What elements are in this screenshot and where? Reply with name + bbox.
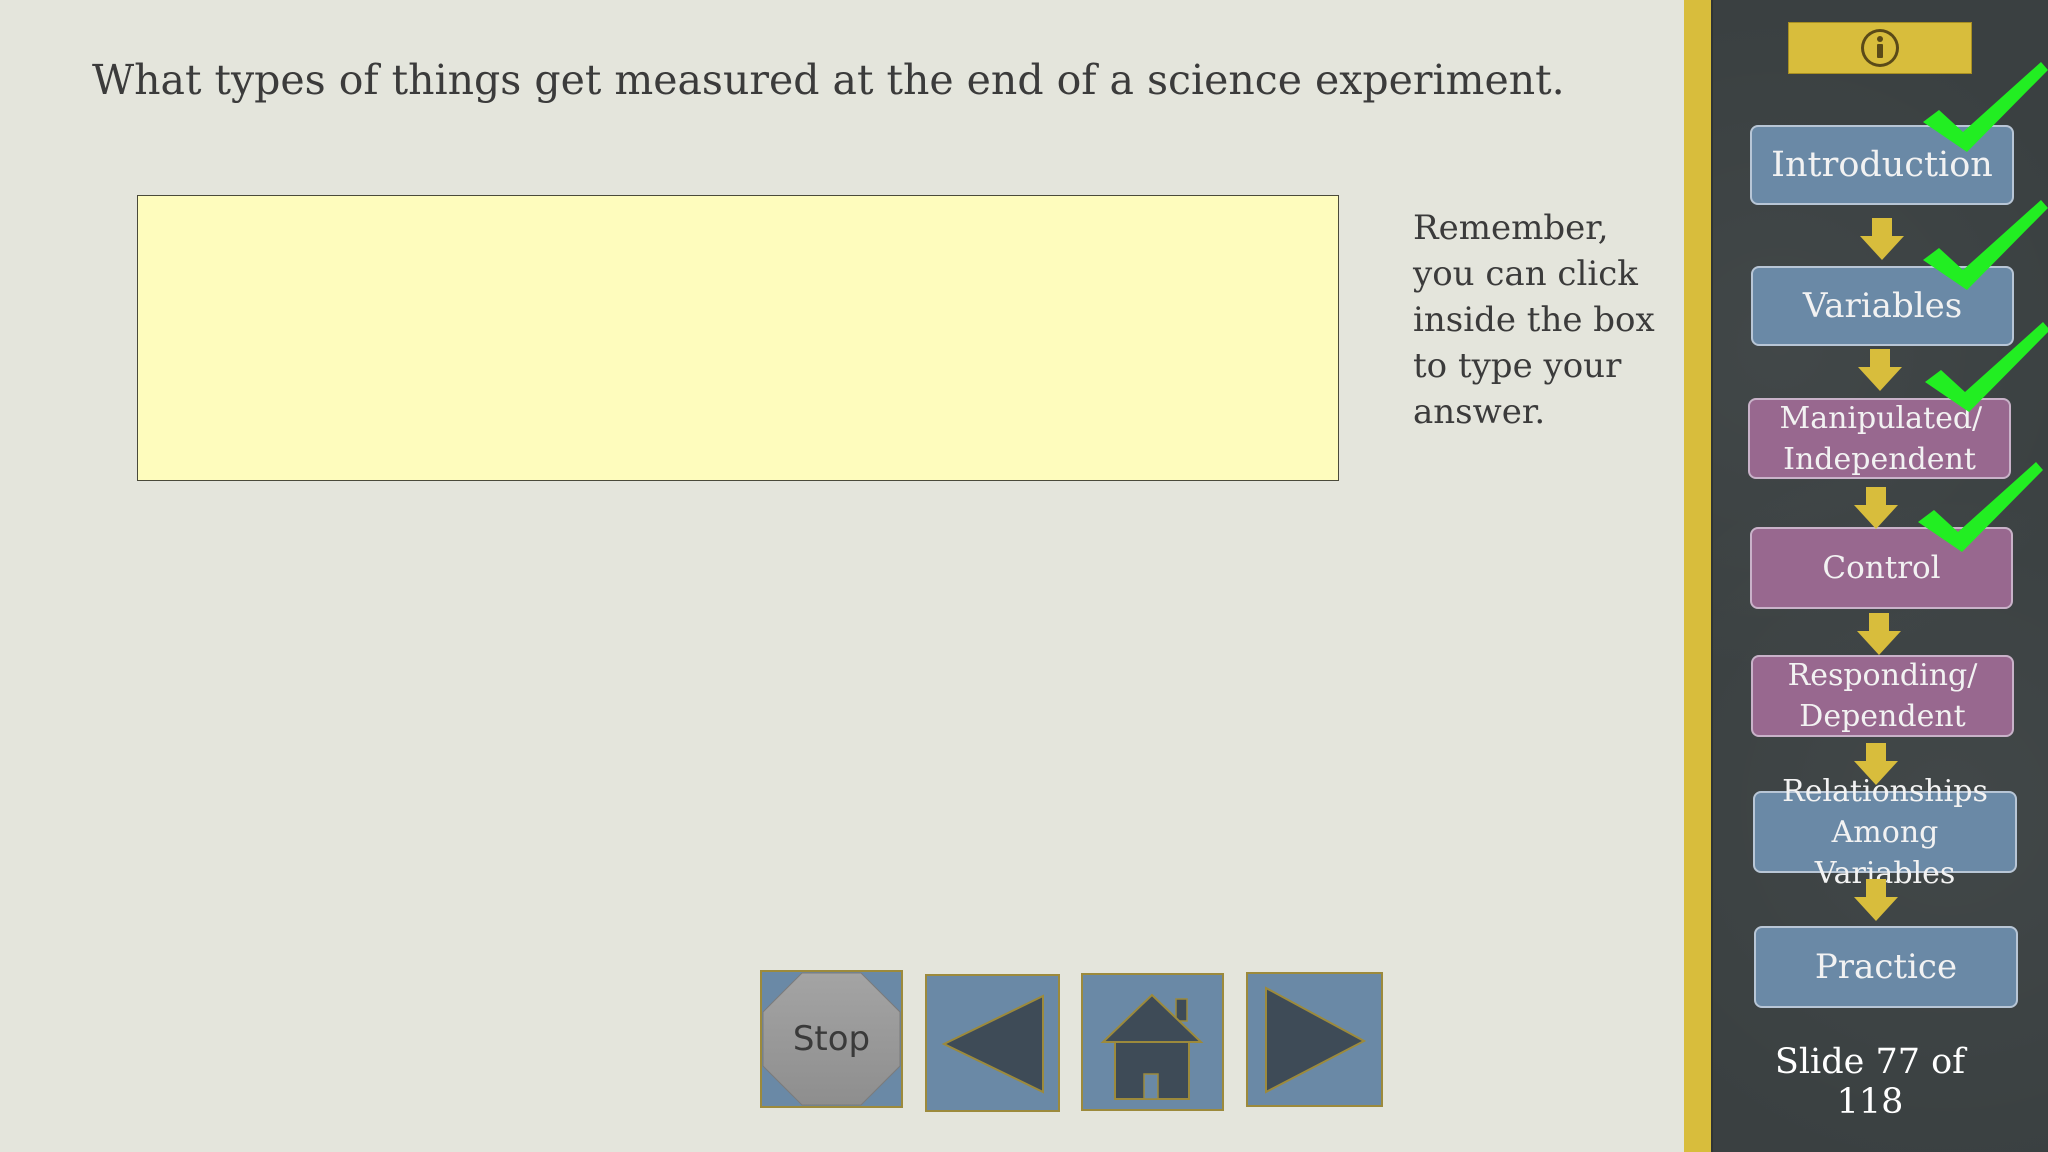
answer-input-box[interactable] <box>137 195 1339 481</box>
step-relationships-button[interactable]: Relationships Among Variables <box>1753 774 2017 891</box>
reminder-text: Remember, you can click inside the box t… <box>1413 208 1655 432</box>
step-responding-dependent-button[interactable]: Responding/ Dependent <box>1751 655 2014 737</box>
down-arrow-icon <box>1854 879 1898 921</box>
step-practice-button[interactable]: Practice <box>1754 926 2018 1008</box>
home-button[interactable] <box>1081 973 1224 1111</box>
down-arrow-icon <box>1854 743 1898 785</box>
back-button[interactable] <box>925 974 1060 1112</box>
question-text: What types of things get measured at the… <box>92 56 1565 104</box>
sidebar-gold-stripe <box>1684 0 1711 1152</box>
home-icon <box>1100 993 1204 1100</box>
down-arrow-icon <box>1854 487 1898 529</box>
stop-button-label: Stop <box>792 1019 871 1059</box>
slide-content: What types of things get measured at the… <box>0 0 1684 1152</box>
step-variables-label: Variables <box>1802 286 1963 326</box>
step-relationships-label: Relationships Among Variables <box>1782 773 1988 891</box>
checkmark-icon <box>1923 62 2048 152</box>
step-control-label: Control <box>1822 550 1941 586</box>
down-arrow-icon <box>1858 349 1902 391</box>
slide-counter: Slide 77 of 118 <box>1774 1042 1966 1122</box>
checkmark-icon <box>1918 462 2043 552</box>
next-button[interactable] <box>1246 972 1383 1107</box>
left-arrow-icon <box>941 994 1044 1094</box>
checkmark-icon <box>1925 322 2048 412</box>
step-practice-label: Practice <box>1814 947 1958 987</box>
right-arrow-icon <box>1265 986 1367 1094</box>
down-arrow-icon <box>1857 613 1901 655</box>
stop-button[interactable]: Stop <box>760 970 903 1108</box>
step-responding-dependent-label: Responding/ Dependent <box>1787 658 1978 734</box>
checkmark-icon <box>1923 200 2048 290</box>
down-arrow-icon <box>1860 218 1904 260</box>
